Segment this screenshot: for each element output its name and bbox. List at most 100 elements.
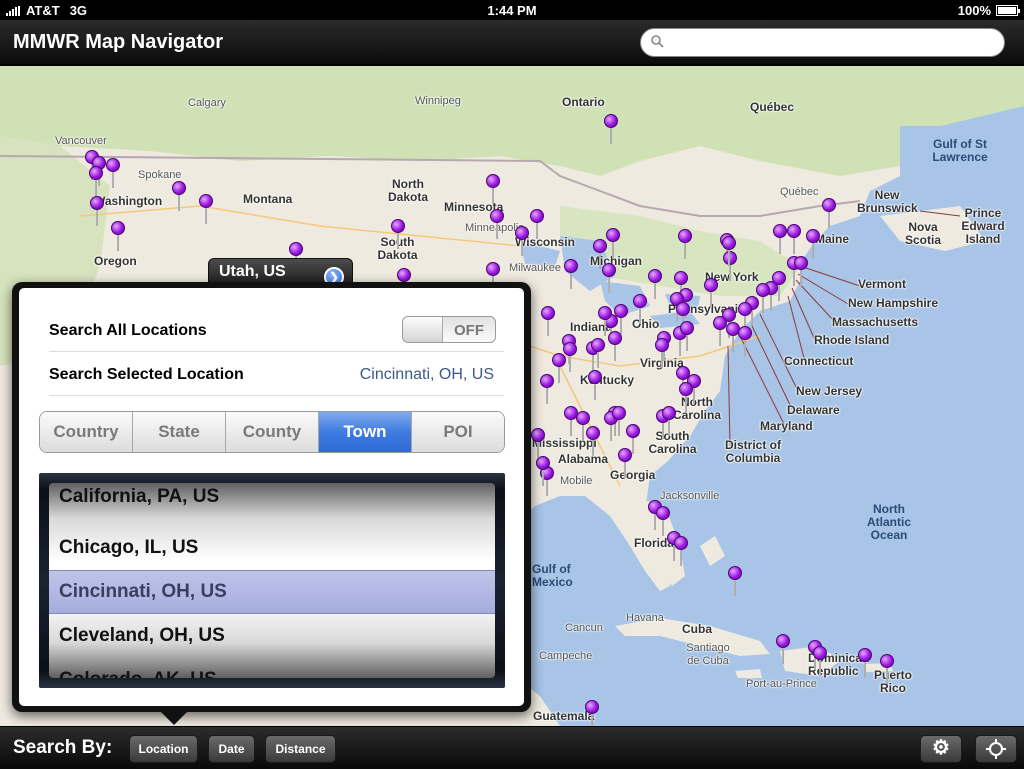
map-pin[interactable] <box>391 219 405 249</box>
map-pin[interactable] <box>713 316 727 346</box>
toggle-state: OFF <box>454 322 484 339</box>
segment-state[interactable]: State <box>133 412 226 452</box>
locate-button[interactable] <box>975 735 1017 763</box>
map-pin[interactable] <box>722 236 736 266</box>
map-pin[interactable] <box>515 226 529 256</box>
map-pin[interactable] <box>531 428 545 458</box>
map-label: Gulf of Mexico <box>532 562 573 589</box>
picker-item-selected[interactable]: Cincinnati, OH, US <box>49 570 495 614</box>
map-pin[interactable] <box>678 229 692 259</box>
picker-item[interactable]: California, PA, US <box>49 483 495 519</box>
navigation-bar: MMWR Map Navigator <box>0 20 1024 65</box>
map-pin[interactable] <box>880 654 894 684</box>
map-pin[interactable] <box>89 166 103 196</box>
map-pin[interactable] <box>794 256 808 286</box>
map-pin[interactable] <box>199 194 213 224</box>
map-pin[interactable] <box>679 382 693 412</box>
map-label: Connecticut <box>784 354 854 368</box>
status-bar: AT&T 3G 1:44 PM 100% <box>0 0 1024 20</box>
map-pin[interactable] <box>662 406 676 436</box>
map-label: Prince Edward Island <box>961 206 1005 246</box>
map-pin[interactable] <box>490 209 504 239</box>
map-pin[interactable] <box>486 174 500 204</box>
picker-wheel[interactable]: California, PA, US Chicago, IL, US Cinci… <box>49 483 495 678</box>
search-field[interactable] <box>640 28 1005 57</box>
location-button[interactable]: Location <box>129 735 198 763</box>
map-label: Calgary <box>188 97 226 109</box>
search-all-label: Search All Locations <box>49 322 207 339</box>
search-all-row: Search All Locations OFF <box>49 308 504 352</box>
map-pin[interactable] <box>588 370 602 400</box>
map-pin[interactable] <box>563 342 577 372</box>
map-pin[interactable] <box>606 228 620 258</box>
map-label: New Hampshire <box>848 296 939 310</box>
map-pin[interactable] <box>806 229 820 259</box>
date-button[interactable]: Date <box>208 735 255 763</box>
map-pin[interactable] <box>602 263 616 293</box>
map-pin[interactable] <box>813 646 827 676</box>
map-pin[interactable] <box>822 198 836 228</box>
map-pin[interactable] <box>604 114 618 144</box>
callout-label: Utah, US <box>219 263 286 280</box>
map-label: Campeche <box>539 650 593 662</box>
search-selected-row[interactable]: Search Selected Location Cincinnati, OH,… <box>49 352 504 396</box>
map-pin[interactable] <box>172 181 186 211</box>
map-pin[interactable] <box>648 269 662 299</box>
map-pin[interactable] <box>655 338 669 368</box>
map-label: Alabama <box>558 452 609 466</box>
map-label: Mobile <box>560 475 593 487</box>
map-label: Washington <box>94 194 163 208</box>
map-pin[interactable] <box>773 224 787 254</box>
map-pin[interactable] <box>530 209 544 239</box>
map-pin[interactable] <box>858 648 872 678</box>
map-pin[interactable] <box>106 158 120 188</box>
map-pin[interactable] <box>564 259 578 289</box>
search-by-label: Search By: <box>13 737 113 758</box>
segment-poi[interactable]: POI <box>412 412 504 452</box>
search-selected-value: Cincinnati, OH, US <box>359 366 494 383</box>
segment-town[interactable]: Town <box>319 412 412 452</box>
map-pin[interactable] <box>90 196 104 226</box>
map-pin[interactable] <box>591 338 605 368</box>
map-pin[interactable] <box>787 224 801 254</box>
segment-country[interactable]: Country <box>40 412 133 452</box>
settings-button[interactable]: ⚙ <box>920 735 962 763</box>
map-label: Milwaukee <box>509 262 561 274</box>
status-time: 1:44 PM <box>487 3 537 18</box>
map-pin[interactable] <box>704 278 718 308</box>
map-pin[interactable] <box>586 426 600 456</box>
map-pin[interactable] <box>674 536 688 566</box>
map-label: Oregon <box>94 254 137 268</box>
map-pin[interactable] <box>612 406 626 436</box>
map-pin[interactable] <box>776 634 790 664</box>
map-pin[interactable] <box>585 700 599 726</box>
map-label: Santiago de Cuba <box>686 642 730 667</box>
map-pin[interactable] <box>541 306 555 336</box>
search-input[interactable] <box>671 33 991 53</box>
map-pin[interactable] <box>728 566 742 596</box>
map-pin[interactable] <box>598 306 612 336</box>
search-all-toggle[interactable]: OFF <box>402 316 496 343</box>
map-label: Jacksonville <box>660 490 720 502</box>
map-pin[interactable] <box>111 221 125 251</box>
popover-arrow <box>160 711 188 725</box>
map-pin[interactable] <box>536 456 550 486</box>
map-pin[interactable] <box>738 326 752 356</box>
map-label: North Atlantic Ocean <box>866 502 911 542</box>
map-label: Québec <box>780 186 819 198</box>
gear-icon: ⚙ <box>932 737 950 759</box>
map-pin[interactable] <box>633 294 647 324</box>
map-label: Delaware <box>787 403 840 417</box>
map-pin[interactable] <box>680 321 694 351</box>
distance-button[interactable]: Distance <box>265 735 336 763</box>
map-pin[interactable] <box>618 448 632 478</box>
map-label: Havana <box>626 612 664 624</box>
segment-county[interactable]: County <box>226 412 319 452</box>
location-picker[interactable]: California, PA, US Chicago, IL, US Cinci… <box>39 473 505 688</box>
map-label: Ontario <box>562 95 605 109</box>
map-label: District of Columbia <box>724 438 781 465</box>
picker-item[interactable]: Colorado, AK, US <box>49 658 495 678</box>
map-label: Vancouver <box>55 135 107 147</box>
picker-item[interactable]: Chicago, IL, US <box>49 526 495 570</box>
picker-item[interactable]: Cleveland, OH, US <box>49 614 495 658</box>
